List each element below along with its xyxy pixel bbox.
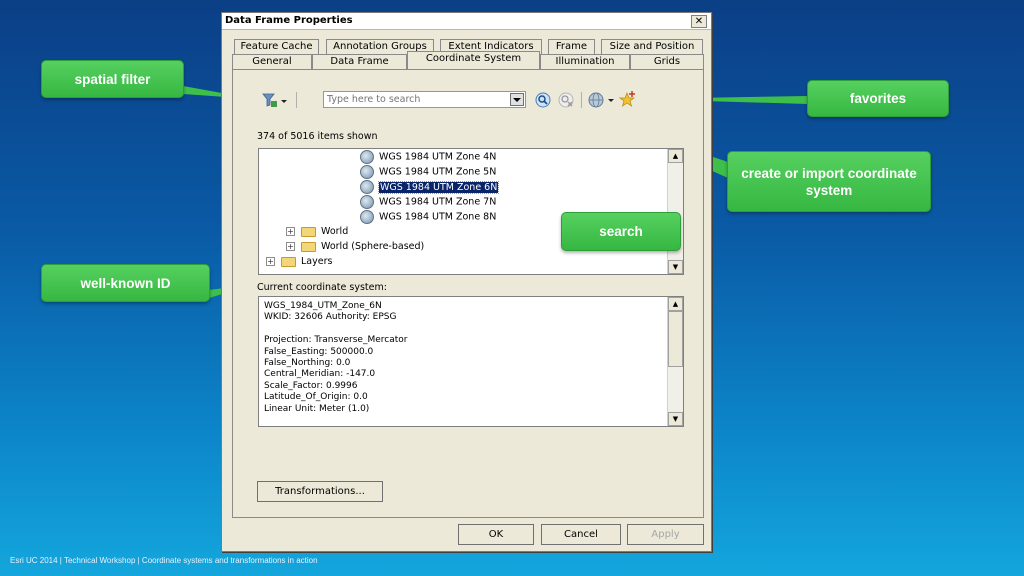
tree-item-label: World (Sphere-based) bbox=[321, 241, 425, 252]
globe-icon bbox=[360, 195, 374, 209]
current-coordinate-system-label: Current coordinate system: bbox=[257, 282, 387, 293]
tree-item[interactable]: WGS 1984 UTM Zone 4N bbox=[360, 150, 496, 164]
tree-folder[interactable]: + World (Sphere-based) bbox=[286, 240, 424, 254]
scroll-thumb[interactable] bbox=[668, 311, 683, 367]
add-coordinate-system-icon[interactable] bbox=[588, 92, 616, 111]
tab-illumination[interactable]: Illumination bbox=[540, 54, 630, 70]
ok-button[interactable]: OK bbox=[458, 524, 534, 545]
clear-search-icon[interactable] bbox=[558, 92, 574, 111]
details-scrollbar[interactable]: ▲ ▼ bbox=[667, 297, 683, 426]
title-bar: Data Frame Properties ✕ bbox=[222, 13, 711, 30]
tab-size-and-position[interactable]: Size and Position bbox=[601, 39, 703, 55]
spatial-filter-icon[interactable] bbox=[262, 92, 288, 111]
scroll-up-button[interactable]: ▲ bbox=[668, 297, 683, 311]
add-to-favorites-icon[interactable] bbox=[618, 90, 637, 111]
tab-frame[interactable]: Frame bbox=[548, 39, 595, 55]
cancel-button[interactable]: Cancel bbox=[541, 524, 621, 545]
footer-text: Esri UC 2014 | Technical Workshop | Coor… bbox=[10, 556, 318, 565]
callout-well-known-id: well-known ID bbox=[41, 264, 210, 302]
scroll-up-button[interactable]: ▲ bbox=[668, 149, 683, 163]
coordinate-system-panel: 374 of 5016 items shown WGS 1984 UTM Zon… bbox=[232, 69, 704, 518]
globe-icon bbox=[360, 165, 374, 179]
scroll-down-button[interactable]: ▼ bbox=[668, 260, 683, 274]
tree-item-selected[interactable]: WGS 1984 UTM Zone 6N bbox=[360, 180, 500, 194]
coordinate-system-details: WGS_1984_UTM_Zone_6N WKID: 32606 Authori… bbox=[258, 296, 684, 427]
tree-folder[interactable]: + World bbox=[286, 225, 348, 239]
tree-item-label: Layers bbox=[301, 256, 333, 267]
expand-icon[interactable]: + bbox=[286, 227, 295, 236]
folder-icon bbox=[301, 226, 316, 237]
tab-data-frame[interactable]: Data Frame bbox=[312, 54, 407, 70]
callout-search: search bbox=[561, 212, 681, 251]
tree-item[interactable]: WGS 1984 UTM Zone 8N bbox=[360, 210, 496, 224]
close-button[interactable]: ✕ bbox=[691, 15, 707, 28]
tree-item[interactable]: WGS 1984 UTM Zone 7N bbox=[360, 195, 496, 209]
tree-item-label: World bbox=[321, 226, 349, 237]
dialog-title: Data Frame Properties bbox=[225, 15, 353, 26]
expand-icon[interactable]: + bbox=[266, 257, 275, 266]
search-field[interactable] bbox=[323, 91, 526, 108]
callout-favorites: favorites bbox=[807, 80, 949, 117]
tree-item-label: WGS 1984 UTM Zone 7N bbox=[379, 196, 497, 208]
toolbar-separator bbox=[581, 92, 582, 108]
callout-create-or-import: create or import coordinate system bbox=[727, 151, 931, 212]
tab-feature-cache[interactable]: Feature Cache bbox=[234, 39, 319, 55]
folder-icon bbox=[301, 241, 316, 252]
search-icon[interactable] bbox=[535, 92, 551, 111]
search-dropdown-button[interactable] bbox=[510, 93, 524, 106]
tree-item-label: WGS 1984 UTM Zone 5N bbox=[379, 166, 497, 178]
globe-icon bbox=[360, 210, 374, 224]
coordinate-system-details-text: WGS_1984_UTM_Zone_6N WKID: 32606 Authori… bbox=[264, 301, 408, 414]
expand-icon[interactable]: + bbox=[286, 242, 295, 251]
globe-icon bbox=[360, 150, 374, 164]
data-frame-properties-dialog: Data Frame Properties ✕ Feature Cache An… bbox=[221, 12, 712, 552]
tab-grids[interactable]: Grids bbox=[630, 54, 704, 70]
tree-item[interactable]: WGS 1984 UTM Zone 5N bbox=[360, 165, 496, 179]
tree-item-label: WGS 1984 UTM Zone 8N bbox=[379, 211, 497, 223]
tree-item-label: WGS 1984 UTM Zone 4N bbox=[379, 151, 497, 163]
callout-spatial-filter: spatial filter bbox=[41, 60, 184, 98]
tab-general[interactable]: General bbox=[232, 54, 312, 70]
scroll-down-button[interactable]: ▼ bbox=[668, 412, 683, 426]
tab-coordinate-system[interactable]: Coordinate System bbox=[407, 51, 540, 69]
transformations-button[interactable]: Transformations... bbox=[257, 481, 383, 502]
folder-icon bbox=[281, 256, 296, 267]
apply-button[interactable]: Apply bbox=[627, 524, 704, 545]
globe-icon bbox=[360, 180, 374, 194]
items-shown-count: 374 of 5016 items shown bbox=[257, 131, 378, 142]
toolbar-separator bbox=[296, 92, 297, 108]
tree-item-label: WGS 1984 UTM Zone 6N bbox=[377, 180, 500, 194]
tree-folder[interactable]: + Layers bbox=[266, 255, 332, 269]
search-input[interactable] bbox=[324, 92, 508, 107]
